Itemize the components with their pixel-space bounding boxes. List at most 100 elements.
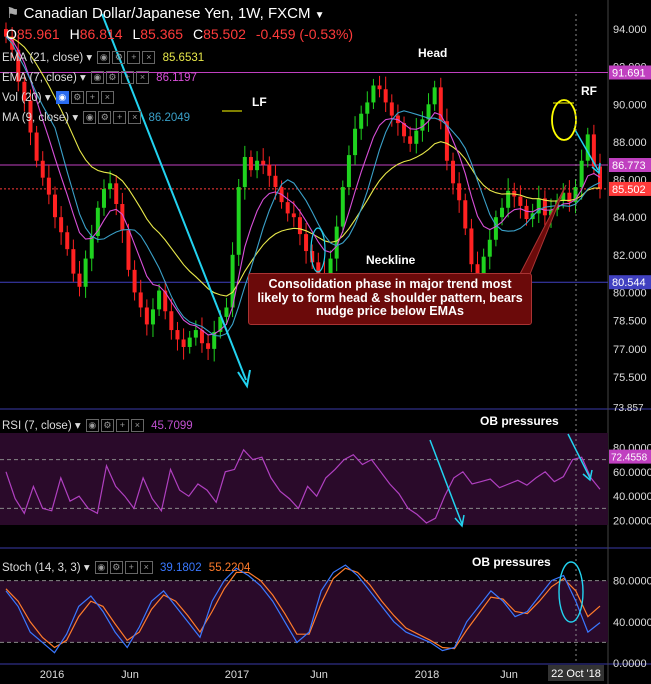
stoch-tick-label: 40.0000: [613, 617, 651, 629]
candle-body: [199, 330, 204, 344]
price-tick-label: 90.000: [613, 99, 647, 111]
plus-icon[interactable]: +: [124, 561, 138, 575]
candle-body: [469, 228, 474, 265]
gear-icon[interactable]: ⚙: [112, 51, 126, 65]
settings-dropdown-icon[interactable]: ▾: [84, 562, 90, 574]
settings-dropdown-icon[interactable]: ▾: [45, 92, 51, 104]
gear-icon[interactable]: ⚙: [109, 561, 123, 575]
eye-icon[interactable]: ◉: [97, 51, 111, 65]
ema21-legend[interactable]: EMA (21, close) ▾ ◉ ⚙ + × 85.6531: [2, 50, 205, 65]
gear-icon[interactable]: ⚙: [100, 419, 114, 433]
close-icon[interactable]: ×: [130, 419, 144, 433]
time-cursor-label: 22 Oct '18: [551, 668, 601, 680]
candle-body: [114, 183, 119, 205]
candle-body: [206, 343, 211, 349]
ema7-legend[interactable]: EMA (7, close) ▾ ◉ ⚙ + × 86.1197: [2, 70, 197, 85]
price-tick-label: 78.500: [613, 316, 647, 328]
chart-window: 94.00092.00090.00088.00086.00084.00082.0…: [0, 0, 651, 684]
eye-icon[interactable]: ◉: [55, 91, 69, 105]
candle-body: [346, 155, 351, 188]
candle-body: [261, 160, 266, 165]
stoch-legend[interactable]: Stoch (14, 3, 3) ▾ ◉ ⚙ + × 39.1802 55.2204: [2, 560, 250, 575]
rsi-label: RSI (7, close): [2, 420, 72, 432]
eye-icon[interactable]: ◉: [85, 419, 99, 433]
candle-body: [65, 232, 70, 250]
candle-body: [46, 177, 51, 195]
change-value: -0.459 (-0.53%): [255, 26, 354, 42]
rsi-tick-label: 40.0000: [613, 491, 651, 503]
candle-body: [40, 160, 45, 178]
candle-body: [224, 307, 229, 317]
plus-icon[interactable]: +: [127, 51, 141, 65]
ema21-value: 85.6531: [162, 52, 205, 64]
candle-body: [71, 249, 76, 274]
candle-body: [457, 183, 462, 201]
price-tick-label: 94.000: [613, 24, 647, 36]
downtrend-line: [101, 13, 247, 381]
time-tick-label: 2017: [225, 669, 249, 681]
level-tag-label: 85.502: [612, 184, 646, 196]
candle-body: [463, 200, 468, 229]
gear-icon[interactable]: ⚙: [70, 91, 84, 105]
candle-body: [297, 217, 302, 235]
candle-body: [157, 290, 162, 310]
symbol-dropdown-icon[interactable]: ▼: [315, 10, 325, 21]
ma9-value: 86.2049: [148, 112, 191, 124]
settings-dropdown-icon[interactable]: ▾: [80, 72, 86, 84]
candle-body: [108, 183, 113, 189]
close-icon[interactable]: ×: [128, 111, 142, 125]
chart-title-bar[interactable]: ⚑ Canadian Dollar/Japanese Yen, 1W, FXCM…: [6, 4, 325, 22]
volume-legend[interactable]: Vol (20) ▾ ◉ ⚙ + ×: [2, 90, 114, 105]
volume-label: Vol (20): [2, 92, 42, 104]
plus-icon[interactable]: +: [113, 111, 127, 125]
time-tick-label: 2016: [40, 669, 64, 681]
settings-dropdown-icon[interactable]: ▾: [72, 112, 78, 124]
open-label: O: [6, 26, 17, 42]
candle-body: [408, 136, 413, 144]
rsi-legend[interactable]: RSI (7, close) ▾ ◉ ⚙ + × 45.7099: [2, 418, 193, 433]
candle-body: [34, 132, 39, 161]
candle-body: [493, 217, 498, 240]
candle-body: [585, 134, 590, 161]
time-tick-label: Jun: [310, 669, 328, 681]
candle-body: [187, 337, 192, 347]
candle-body: [579, 160, 584, 188]
candle-body: [248, 156, 253, 171]
plus-icon[interactable]: +: [120, 71, 134, 85]
eye-icon[interactable]: ◉: [90, 71, 104, 85]
close-icon[interactable]: ×: [100, 91, 114, 105]
close-icon[interactable]: ×: [139, 561, 153, 575]
time-tick-label: Jun: [500, 669, 518, 681]
candle-body: [52, 194, 57, 218]
plus-icon[interactable]: +: [85, 91, 99, 105]
candle-body: [304, 234, 309, 252]
price-low-label: 73.857: [613, 403, 644, 414]
plus-icon[interactable]: +: [115, 419, 129, 433]
time-tick-label: Jun: [121, 669, 139, 681]
candle-body: [101, 188, 106, 208]
candle-body: [377, 85, 382, 90]
stoch-ob-label: OB pressures: [472, 555, 551, 569]
gear-icon[interactable]: ⚙: [98, 111, 112, 125]
price-tick-label: 80.000: [613, 287, 647, 299]
close-icon[interactable]: ×: [135, 71, 149, 85]
ema21-label: EMA (21, close): [2, 52, 84, 64]
eye-icon[interactable]: ◉: [83, 111, 97, 125]
candle-body: [389, 102, 394, 116]
close-icon[interactable]: ×: [142, 51, 156, 65]
settings-dropdown-icon[interactable]: ▾: [75, 420, 81, 432]
candle-body: [150, 309, 155, 325]
level-tag-label: 91.691: [612, 67, 646, 79]
candle-body: [193, 330, 198, 338]
close-value: 85.502: [203, 26, 246, 42]
ma9-legend[interactable]: MA (9, close) ▾ ◉ ⚙ + × 86.2049: [2, 110, 191, 125]
candle-body: [77, 273, 82, 287]
ema7-value: 86.1197: [156, 72, 197, 84]
settings-dropdown-icon[interactable]: ▾: [86, 52, 92, 64]
candle-body: [132, 269, 137, 293]
gear-icon[interactable]: ⚙: [105, 71, 119, 85]
candle-body: [242, 156, 247, 188]
close-label: C: [192, 26, 204, 42]
candle-body: [365, 102, 370, 114]
eye-icon[interactable]: ◉: [94, 561, 108, 575]
